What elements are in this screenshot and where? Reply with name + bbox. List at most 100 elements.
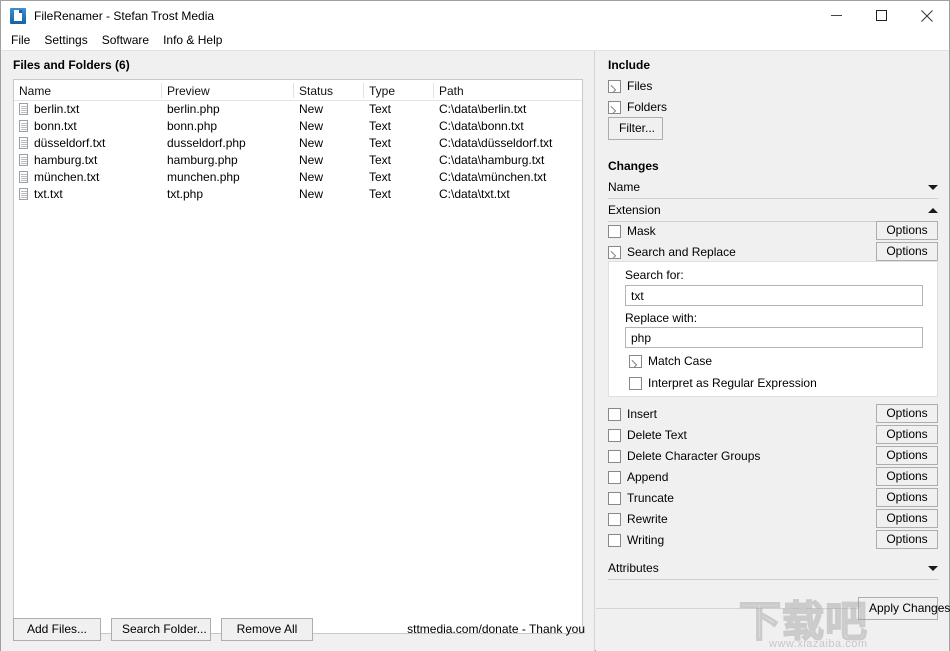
- close-icon[interactable]: [904, 1, 949, 30]
- menu-info-help[interactable]: Info & Help: [156, 31, 229, 49]
- checkbox-icon[interactable]: [608, 491, 621, 505]
- delete-text-options-button[interactable]: Options: [876, 425, 938, 444]
- donate-link[interactable]: sttmedia.com/donate - Thank you: [407, 622, 585, 636]
- checkbox-icon[interactable]: [608, 79, 621, 93]
- cell-path: C:\data\berlin.txt: [439, 102, 527, 116]
- writing-label: Writing: [627, 533, 665, 547]
- mask-checkbox-row[interactable]: Mask: [608, 223, 656, 239]
- truncate-checkbox-row[interactable]: Truncate: [608, 490, 674, 506]
- search-replace-checkbox-row[interactable]: Search and Replace: [608, 244, 736, 260]
- group-name-label: Name: [608, 180, 641, 194]
- chevron-down-icon[interactable]: [928, 566, 938, 571]
- chevron-down-icon[interactable]: [928, 185, 938, 190]
- delete-char-groups-options-button[interactable]: Options: [876, 446, 938, 465]
- mask-options-button[interactable]: Options: [876, 221, 938, 240]
- option-writing-row: Writing Options: [596, 530, 949, 551]
- group-extension-header[interactable]: Extension: [596, 201, 949, 222]
- column-header-path[interactable]: Path: [439, 84, 464, 98]
- group-attributes-header[interactable]: Attributes: [596, 559, 949, 580]
- files-pane: Files and Folders (6) Name Preview Statu…: [1, 51, 595, 651]
- search-replace-options-button[interactable]: Options: [876, 242, 938, 261]
- checkbox-icon[interactable]: [608, 512, 621, 526]
- cell-status: New: [299, 187, 324, 201]
- include-files-checkbox-row[interactable]: Files: [608, 78, 652, 94]
- mask-label: Mask: [627, 224, 656, 238]
- file-document-icon: [19, 188, 28, 200]
- chevron-up-icon[interactable]: [928, 208, 938, 213]
- cell-name: münchen.txt: [34, 170, 100, 184]
- column-header-status[interactable]: Status: [299, 84, 333, 98]
- delete-char-groups-checkbox-row[interactable]: Delete Character Groups: [608, 448, 760, 464]
- cell-type: Text: [369, 153, 392, 167]
- menu-software[interactable]: Software: [95, 31, 156, 49]
- cell-path: C:\data\düsseldorf.txt: [439, 136, 553, 150]
- column-header-type[interactable]: Type: [369, 84, 395, 98]
- search-for-label: Search for:: [625, 268, 684, 282]
- menu-file[interactable]: File: [4, 31, 37, 49]
- menu-settings[interactable]: Settings: [37, 31, 94, 49]
- table-row[interactable]: bonn.txt bonn.php New Text C:\data\bonn.…: [14, 118, 582, 135]
- search-replace-label: Search and Replace: [627, 245, 736, 259]
- rewrite-options-button[interactable]: Options: [876, 509, 938, 528]
- option-delete-text-row: Delete Text Options: [596, 425, 949, 446]
- options-pane: Include Files Folders Filter... Changes …: [596, 51, 949, 651]
- checkbox-icon[interactable]: [608, 470, 621, 484]
- column-divider[interactable]: [161, 83, 162, 98]
- replace-with-label: Replace with:: [625, 311, 698, 325]
- checkbox-icon[interactable]: [608, 245, 621, 259]
- checkbox-icon[interactable]: [608, 428, 621, 442]
- regex-checkbox-row[interactable]: Interpret as Regular Expression: [629, 375, 817, 391]
- match-case-label: Match Case: [648, 354, 713, 368]
- table-row[interactable]: txt.txt txt.php New Text C:\data\txt.txt: [14, 186, 582, 203]
- checkbox-icon[interactable]: [629, 376, 642, 390]
- insert-checkbox-row[interactable]: Insert: [608, 406, 657, 422]
- cell-status: New: [299, 102, 324, 116]
- append-options-button[interactable]: Options: [876, 467, 938, 486]
- filter-button[interactable]: Filter...: [608, 117, 663, 140]
- checkbox-icon[interactable]: [608, 449, 621, 463]
- search-folder-button[interactable]: Search Folder...: [111, 618, 211, 641]
- truncate-options-button[interactable]: Options: [876, 488, 938, 507]
- checkbox-icon[interactable]: [629, 354, 642, 368]
- rewrite-checkbox-row[interactable]: Rewrite: [608, 511, 668, 527]
- column-header-preview[interactable]: Preview: [167, 84, 210, 98]
- group-name-header[interactable]: Name: [596, 178, 949, 199]
- table-row[interactable]: düsseldorf.txt dusseldorf.php New Text C…: [14, 135, 582, 152]
- cell-preview: munchen.php: [167, 170, 240, 184]
- column-divider[interactable]: [293, 83, 294, 98]
- filerenamer-window: FileRenamer - Stefan Trost Media File Se…: [0, 0, 950, 651]
- search-replace-panel: Search for: Replace with: Match Case Int…: [608, 261, 938, 397]
- file-document-icon: [19, 103, 28, 115]
- delete-text-checkbox-row[interactable]: Delete Text: [608, 427, 687, 443]
- replace-with-input[interactable]: [625, 327, 923, 348]
- table-row[interactable]: berlin.txt berlin.php New Text C:\data\b…: [14, 101, 582, 118]
- add-files-button[interactable]: Add Files...: [13, 618, 101, 641]
- minimize-icon[interactable]: [814, 1, 859, 30]
- remove-all-button[interactable]: Remove All: [221, 618, 313, 641]
- maximize-icon[interactable]: [859, 1, 904, 30]
- append-checkbox-row[interactable]: Append: [608, 469, 668, 485]
- table-row[interactable]: hamburg.txt hamburg.php New Text C:\data…: [14, 152, 582, 169]
- include-folders-checkbox-row[interactable]: Folders: [608, 99, 667, 115]
- option-rewrite-row: Rewrite Options: [596, 509, 949, 530]
- option-append-row: Append Options: [596, 467, 949, 488]
- files-table[interactable]: Name Preview Status Type Path berlin.txt…: [13, 79, 583, 634]
- search-for-input[interactable]: [625, 285, 923, 306]
- match-case-checkbox-row[interactable]: Match Case: [629, 353, 712, 369]
- table-row[interactable]: münchen.txt munchen.php New Text C:\data…: [14, 169, 582, 186]
- apply-changes-button[interactable]: Apply Changes: [858, 597, 950, 620]
- insert-options-button[interactable]: Options: [876, 404, 938, 423]
- column-header-name[interactable]: Name: [19, 84, 51, 98]
- checkbox-icon[interactable]: [608, 224, 621, 238]
- file-document-icon: [19, 137, 28, 149]
- writing-checkbox-row[interactable]: Writing: [608, 532, 664, 548]
- checkbox-icon[interactable]: [608, 533, 621, 547]
- file-document-icon: [19, 120, 28, 132]
- divider: [608, 579, 938, 580]
- checkbox-icon[interactable]: [608, 407, 621, 421]
- writing-options-button[interactable]: Options: [876, 530, 938, 549]
- column-divider[interactable]: [363, 83, 364, 98]
- insert-label: Insert: [627, 407, 658, 421]
- column-divider[interactable]: [433, 83, 434, 98]
- checkbox-icon[interactable]: [608, 100, 621, 114]
